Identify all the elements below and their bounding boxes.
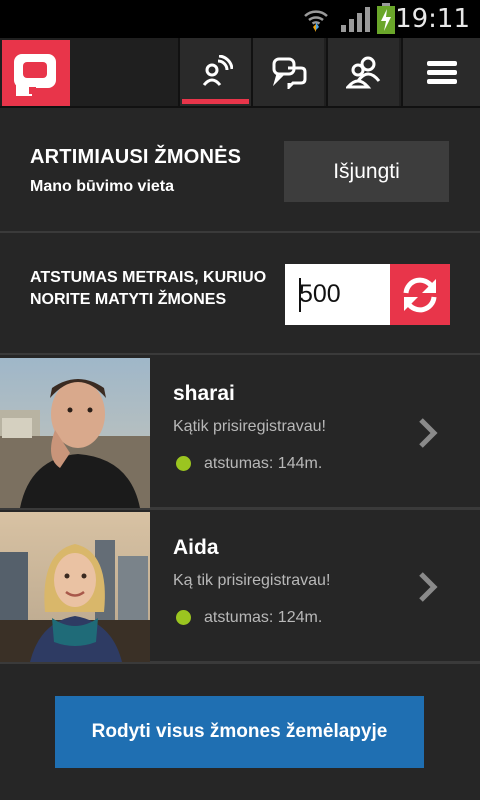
distance-value: 500 (299, 280, 341, 308)
clock: 19:11 (395, 4, 470, 34)
profile-photo (0, 512, 150, 662)
nav-nearby-button[interactable] (178, 38, 251, 106)
refresh-icon (403, 277, 437, 312)
nav-messages-button[interactable] (251, 38, 324, 106)
text-caret (299, 278, 301, 312)
wifi-icon (304, 10, 328, 32)
person-list-item[interactable]: sharai Kątik prisiregistravau! atstumas:… (0, 358, 480, 510)
refresh-button[interactable] (390, 264, 450, 325)
person-status: Kątik prisiregistravau! (173, 418, 326, 435)
person-name: sharai (173, 382, 235, 405)
person-status: Ką tik prisiregistravau! (173, 572, 331, 589)
person-list-item[interactable]: Aida Ką tik prisiregistravau! atstumas: … (0, 512, 480, 664)
profile-photo (0, 358, 150, 508)
menu-icon (426, 61, 457, 84)
chat-bubble-logo-icon (14, 54, 56, 96)
turn-off-button[interactable]: Išjungti (284, 141, 449, 202)
nearby-panel: ARTIMIAUSI ŽMONĖS Mano būvimo vieta Išju… (0, 110, 480, 233)
status-bar: 19:11 (0, 0, 480, 38)
person-name: Aida (173, 536, 219, 559)
battery-charging-icon (377, 3, 395, 34)
distance-label: ATSTUMAS METRAIS, KURIUO NORITE MATYTI Ž… (30, 269, 267, 308)
chat-bubbles-icon (272, 57, 306, 89)
person-distance: atstumas: 144m. (204, 455, 323, 472)
people-icon (345, 56, 380, 89)
nav-menu-button[interactable] (401, 38, 480, 106)
location-subtitle: Mano būvimo vieta (30, 178, 175, 195)
online-indicator (176, 456, 191, 471)
top-nav-bar (0, 38, 480, 108)
nearby-signal-icon (202, 55, 233, 86)
chevron-right-icon (419, 418, 438, 448)
distance-input[interactable]: 500 (285, 264, 390, 325)
app-logo[interactable] (2, 40, 70, 106)
show-on-map-button[interactable]: Rodyti visus žmones žemėlapyje (55, 696, 424, 768)
distance-panel: ATSTUMAS METRAIS, KURIUO NORITE MATYTI Ž… (0, 235, 480, 355)
chevron-right-icon (419, 572, 438, 602)
signal-icon (341, 7, 370, 32)
online-indicator (176, 610, 191, 625)
nearby-title: ARTIMIAUSI ŽMONĖS (30, 146, 242, 168)
nav-people-button[interactable] (326, 38, 399, 106)
person-distance: atstumas: 124m. (204, 609, 323, 626)
